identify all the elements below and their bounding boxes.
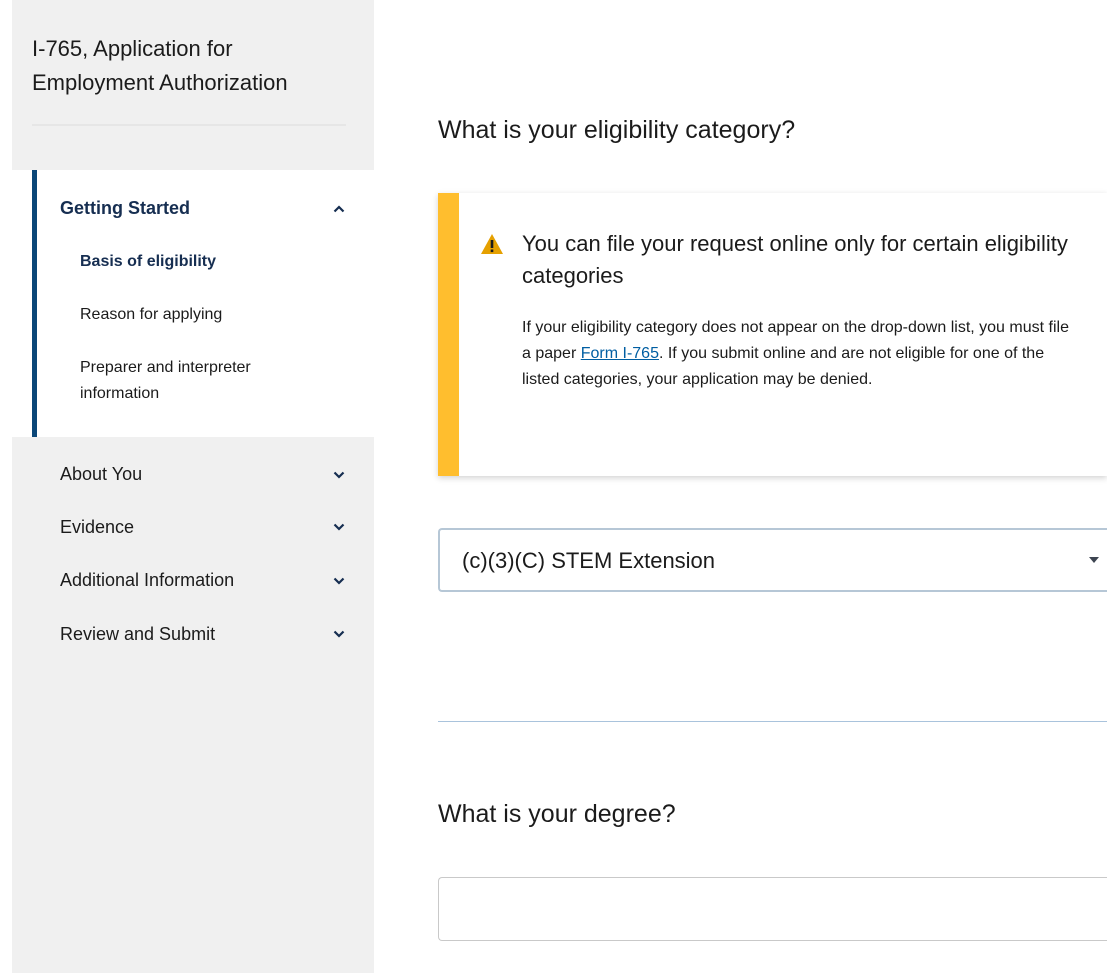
alert-title: You can file your request online only fo… [522,231,1068,288]
nav-item-review-and-submit[interactable]: Review and Submit [60,624,215,645]
caret-down-icon[interactable] [1089,557,1099,563]
active-section-indicator [32,170,37,437]
form-i765-link[interactable]: Form I-765 [581,345,659,362]
warning-icon [480,233,504,255]
eligibility-heading: What is your eligibility category? [438,116,796,144]
alert-body: If your eligibility category does not ap… [522,315,1082,393]
nav-heading-getting-started[interactable]: Getting Started [60,198,190,219]
nav-item-reason-for-applying[interactable]: Reason for applying [80,302,320,328]
degree-heading: What is your degree? [438,800,676,828]
nav-item-preparer-and-interpreter[interactable]: Preparer and interpreter information [80,355,320,407]
nav-item-evidence[interactable]: Evidence [60,517,134,538]
warning-alert: You can file your request online only fo… [438,193,1107,476]
eligibility-category-select[interactable]: (c)(3)(C) STEM Extension [438,528,1107,592]
page: I-765, Application for Employment Author… [0,0,1107,973]
chevron-up-icon[interactable] [333,203,345,215]
title-divider [32,124,346,126]
nav-item-basis-of-eligibility[interactable]: Basis of eligibility [80,249,320,275]
chevron-down-icon[interactable] [333,628,345,640]
app-title: I-765, Application for Employment Author… [32,36,288,95]
eligibility-category-value: (c)(3)(C) STEM Extension [462,548,716,573]
nav-item-additional-information[interactable]: Additional Information [60,570,234,591]
alert-stripe [438,193,459,476]
chevron-down-icon[interactable] [333,575,345,587]
chevron-down-icon[interactable] [333,521,345,533]
nav-item-about-you[interactable]: About You [60,464,142,485]
degree-input[interactable] [438,877,1107,941]
sidebar: I-765, Application for Employment Author… [12,0,374,973]
chevron-down-icon[interactable] [333,469,345,481]
section-divider [438,721,1107,722]
nav-section-getting-started: Getting Started Basis of eligibility Rea… [12,170,374,437]
